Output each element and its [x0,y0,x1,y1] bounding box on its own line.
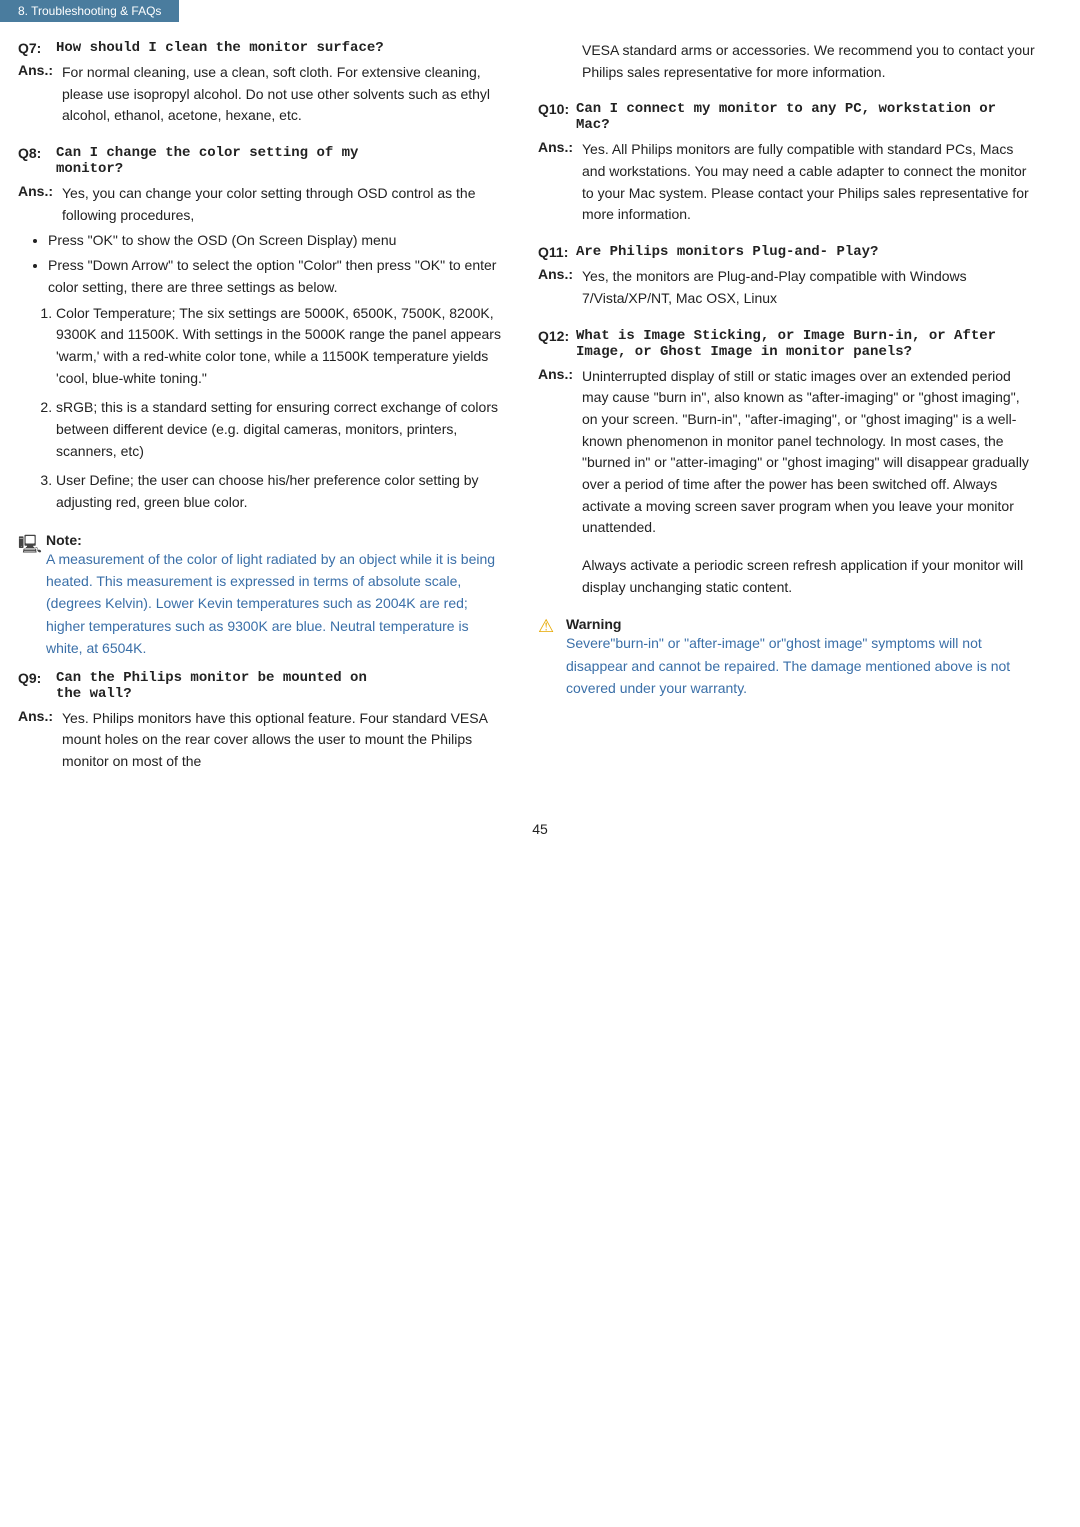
note-label: Note: [46,532,82,548]
ans9-text: Yes. Philips monitors have this optional… [62,708,504,773]
ans12-block: Ans.: Uninterrupted display of still or … [538,366,1038,599]
q12-question-line: Q12: What is Image Sticking, or Image Bu… [538,328,1038,360]
warning-text: Severe"burn-in" or "after-image" or"ghos… [566,632,1038,699]
page: 8. Troubleshooting & FAQs Q7: How should… [0,0,1080,1527]
warning-icon: ⚠ [538,616,560,637]
ans12-text1: Uninterrupted display of still or static… [582,366,1038,540]
ans12-label: Ans.: [538,366,582,599]
qa-block-q10: Q10: Can I connect my monitor to any PC,… [538,101,1038,226]
right-column: VESA standard arms or accessories. We re… [528,40,1038,791]
q12-text: What is Image Sticking, or Image Burn-in… [576,328,1038,360]
ans9-continued-text: VESA standard arms or accessories. We re… [538,40,1038,83]
ans11-block: Ans.: Yes, the monitors are Plug-and-Pla… [538,266,1038,309]
q11-text: Are Philips monitors Plug-and- Play? [576,244,878,260]
note-block: 🖳 Note: A measurement of the color of li… [18,532,504,660]
qa-block-q9: Q9: Can the Philips monitor be mounted o… [18,670,504,773]
q8-bullet-list: Press "OK" to show the OSD (On Screen Di… [48,230,504,298]
note-content: Note: A measurement of the color of ligh… [46,532,504,660]
q11-question-line: Q11: Are Philips monitors Plug-and- Play… [538,244,1038,260]
ans7-text: For normal cleaning, use a clean, soft c… [62,62,504,127]
ans8-label: Ans.: [18,183,62,226]
q8-numbered-list: Color Temperature; The six settings are … [56,303,504,514]
q10-text: Can I connect my monitor to any PC, work… [576,101,1038,133]
list-item: Press "OK" to show the OSD (On Screen Di… [48,230,504,252]
ans9-block: Ans.: Yes. Philips monitors have this op… [18,708,504,773]
q8-label: Q8: [18,145,56,177]
list-item: Press "Down Arrow" to select the option … [48,255,504,298]
warning-label: Warning [566,616,621,632]
note-icon: 🖳 [18,532,40,562]
content-area: Q7: How should I clean the monitor surfa… [0,40,1080,791]
ans9-continued-block: VESA standard arms or accessories. We re… [538,40,1038,83]
ans8-block: Ans.: Yes, you can change your color set… [18,183,504,226]
ans11-label: Ans.: [538,266,582,309]
ans7-label: Ans.: [18,62,62,127]
q7-question-line: Q7: How should I clean the monitor surfa… [18,40,504,56]
page-number: 45 [0,821,1080,847]
q9-label: Q9: [18,670,56,702]
q9-question-line: Q9: Can the Philips monitor be mounted o… [18,670,504,702]
qa-block-q11: Q11: Are Philips monitors Plug-and- Play… [538,244,1038,309]
ans8-text: Yes, you can change your color setting t… [62,183,504,226]
q8-text: Can I change the color setting of my mon… [56,145,358,177]
q9-text: Can the Philips monitor be mounted on th… [56,670,367,702]
left-column: Q7: How should I clean the monitor surfa… [18,40,528,791]
qa-block-q8: Q8: Can I change the color setting of my… [18,145,504,514]
warning-content: Warning Severe"burn-in" or "after-image"… [566,616,1038,699]
ans10-label: Ans.: [538,139,582,226]
ans10-block: Ans.: Yes. All Philips monitors are full… [538,139,1038,226]
ans12-text2: Always activate a periodic screen refres… [582,555,1038,598]
q7-label: Q7: [18,40,56,56]
ans9-label: Ans.: [18,708,62,773]
list-item: User Define; the user can choose his/her… [56,470,504,513]
q12-label: Q12: [538,328,576,360]
list-item: sRGB; this is a standard setting for ens… [56,397,504,462]
list-item: Color Temperature; The six settings are … [56,303,504,390]
q8-question-line: Q8: Can I change the color setting of my… [18,145,504,177]
qa-block-q7: Q7: How should I clean the monitor surfa… [18,40,504,127]
q10-question-line: Q10: Can I connect my monitor to any PC,… [538,101,1038,133]
warning-block: ⚠ Warning Severe"burn-in" or "after-imag… [538,616,1038,699]
breadcrumb: 8. Troubleshooting & FAQs [0,0,179,22]
q11-label: Q11: [538,244,576,260]
q7-text: How should I clean the monitor surface? [56,40,384,56]
ans11-text: Yes, the monitors are Plug-and-Play comp… [582,266,1038,309]
note-text: A measurement of the color of light radi… [46,548,504,660]
ans10-text: Yes. All Philips monitors are fully comp… [582,139,1038,226]
q10-label: Q10: [538,101,576,133]
ans7-block: Ans.: For normal cleaning, use a clean, … [18,62,504,127]
qa-block-q12: Q12: What is Image Sticking, or Image Bu… [538,328,1038,599]
ans12-texts: Uninterrupted display of still or static… [582,366,1038,599]
